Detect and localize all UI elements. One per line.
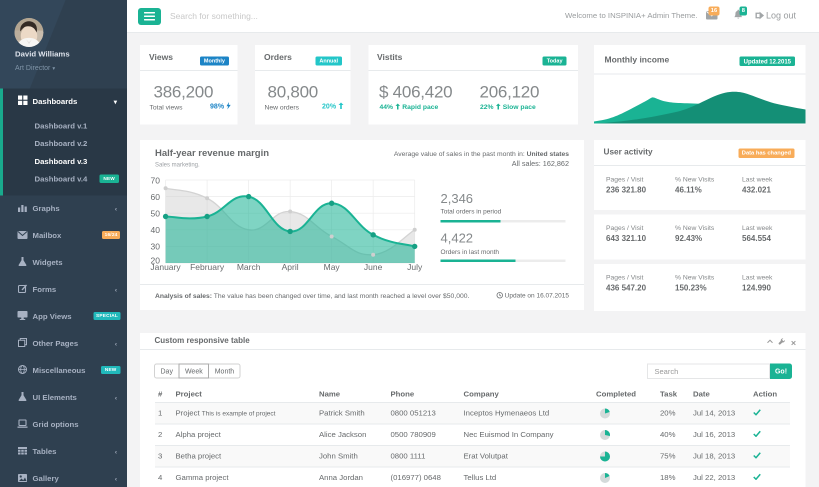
svg-text:May: May [324, 262, 341, 272]
svg-text:50: 50 [151, 209, 161, 219]
svg-text:40: 40 [151, 225, 161, 235]
svg-text:30: 30 [151, 242, 161, 252]
svg-text:July: July [407, 262, 423, 272]
svg-text:January: January [150, 262, 181, 272]
svg-text:70: 70 [151, 176, 161, 186]
svg-text:March: March [237, 262, 261, 272]
svg-text:April: April [282, 262, 299, 272]
svg-text:June: June [364, 262, 383, 272]
svg-text:60: 60 [151, 192, 161, 202]
svg-text:February: February [190, 262, 225, 272]
